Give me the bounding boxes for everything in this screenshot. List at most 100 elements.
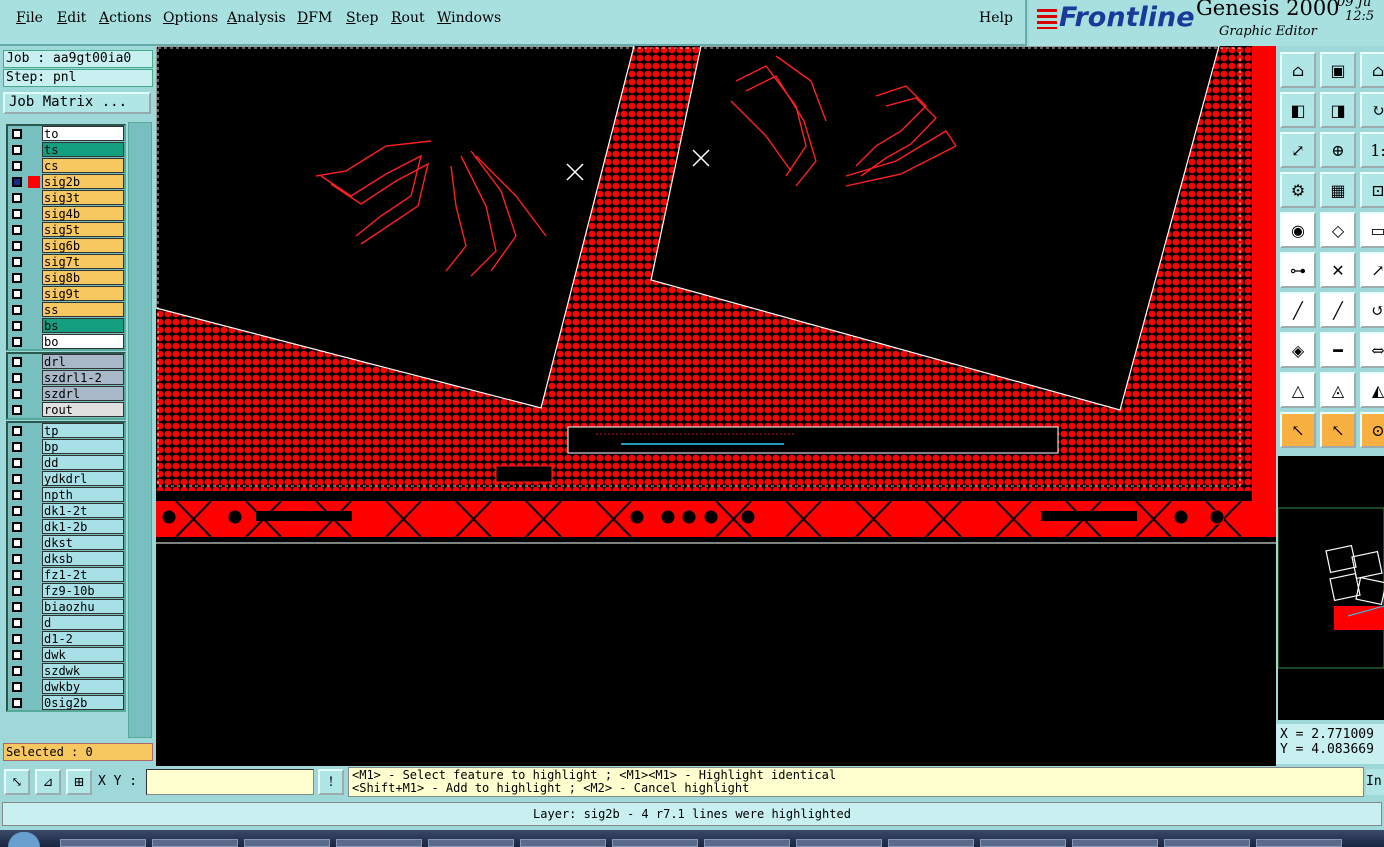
layer-checkbox[interactable] xyxy=(12,337,22,347)
layer-row-cs[interactable]: cs xyxy=(8,158,124,174)
layer-checkbox[interactable] xyxy=(12,586,22,596)
layer-checkbox[interactable] xyxy=(12,257,22,267)
layer-row-sig5t[interactable]: sig5t xyxy=(8,222,124,238)
layer-row-dd[interactable]: dd xyxy=(8,455,124,471)
delete-icon[interactable]: ✕ xyxy=(1320,252,1356,288)
layer-checkbox[interactable] xyxy=(12,321,22,331)
layer-name[interactable]: bo xyxy=(42,334,124,349)
layer-row-fz1-2t[interactable]: fz1-2t xyxy=(8,567,124,583)
layer-name[interactable]: sig2b xyxy=(42,174,124,189)
layer-checkbox[interactable] xyxy=(12,698,22,708)
pointer-icon[interactable]: ↖ xyxy=(1280,412,1316,448)
layer-name[interactable]: sig5t xyxy=(42,222,124,237)
connect-icon[interactable]: ⊶ xyxy=(1280,252,1316,288)
layer-row-dksb[interactable]: dksb xyxy=(8,551,124,567)
overview-map[interactable] xyxy=(1277,456,1384,720)
taskbar-item[interactable] xyxy=(1256,839,1342,847)
layer-name[interactable]: cs xyxy=(42,158,124,173)
info-button[interactable]: ! xyxy=(318,769,344,795)
layer-checkbox[interactable] xyxy=(12,129,22,139)
layer-name[interactable]: dk1-2b xyxy=(42,519,124,534)
measure-icon[interactable]: ⚙ xyxy=(1280,172,1316,208)
layer-row-sig7t[interactable]: sig7t xyxy=(8,254,124,270)
layer-name[interactable]: sig8b xyxy=(42,270,124,285)
layer-row-ts[interactable]: ts xyxy=(8,142,124,158)
layer-row-dwkby[interactable]: dwkby xyxy=(8,679,124,695)
layer-name[interactable]: ydkdrl xyxy=(42,471,124,486)
layer-row-sig8b[interactable]: sig8b xyxy=(8,270,124,286)
layer-checkbox[interactable] xyxy=(12,241,22,251)
taskbar-item[interactable] xyxy=(1164,839,1250,847)
layer-name[interactable]: d xyxy=(42,615,124,630)
menu-edit[interactable]: Edit xyxy=(57,10,86,26)
layer-row-sig3t[interactable]: sig3t xyxy=(8,190,124,206)
snap-icon[interactable]: ⊡ xyxy=(1360,172,1384,208)
line-icon[interactable]: ╱ xyxy=(1280,292,1316,328)
layer-checkbox[interactable] xyxy=(12,209,22,219)
menu-dfm[interactable]: DFM xyxy=(297,10,332,26)
layer-checkbox[interactable] xyxy=(12,474,22,484)
layer-checkbox[interactable] xyxy=(12,602,22,612)
split-icon[interactable]: ━ xyxy=(1320,332,1356,368)
layer-row-tp[interactable]: tp xyxy=(8,423,124,439)
layer-row-biaozhu[interactable]: biaozhu xyxy=(8,599,124,615)
layer-name[interactable]: sig7t xyxy=(42,254,124,269)
layer-row-0sig2b[interactable]: 0sig2b xyxy=(8,695,124,711)
start-button[interactable] xyxy=(8,832,40,847)
pcb-view[interactable] xyxy=(155,45,1276,766)
layer-row-fz9-10b[interactable]: fz9-10b xyxy=(8,583,124,599)
layer-name[interactable]: d1-2 xyxy=(42,631,124,646)
arc2-icon[interactable]: ◭ xyxy=(1360,372,1384,408)
pad-icon[interactable]: ◈ xyxy=(1280,332,1316,368)
layer-checkbox[interactable] xyxy=(12,666,22,676)
top-view-icon[interactable]: ⌂ xyxy=(1280,52,1316,88)
layer-name[interactable]: fz9-10b xyxy=(42,583,124,598)
taskbar-item[interactable] xyxy=(612,839,698,847)
layer-name[interactable]: ts xyxy=(42,142,124,157)
layer-checkbox[interactable] xyxy=(12,357,22,367)
job-matrix-button[interactable]: Job Matrix ... xyxy=(3,92,151,114)
layer-name[interactable]: tp xyxy=(42,423,124,438)
arc-icon[interactable]: ◬ xyxy=(1320,372,1356,408)
menu-options[interactable]: Options xyxy=(163,10,218,26)
zoom-window-icon[interactable]: ⤡ xyxy=(4,769,30,795)
layer-row-szdrl[interactable]: szdrl xyxy=(8,386,124,402)
layer-checkbox[interactable] xyxy=(12,426,22,436)
layer-checkbox[interactable] xyxy=(12,225,22,235)
layer-row-szdrl1-2[interactable]: szdrl1-2 xyxy=(8,370,124,386)
rotate-icon[interactable]: ↺ xyxy=(1360,292,1384,328)
layer-name[interactable]: ss xyxy=(42,302,124,317)
layer-row-drl[interactable]: drl xyxy=(8,354,124,370)
layer-row-bo[interactable]: bo xyxy=(8,334,124,350)
layer-row-d1-2[interactable]: d1-2 xyxy=(8,631,124,647)
menu-file[interactable]: File xyxy=(16,10,43,26)
move-icon[interactable]: ↗ xyxy=(1360,252,1384,288)
layer-row-dwk[interactable]: dwk xyxy=(8,647,124,663)
measure-line-icon[interactable]: ⊿ xyxy=(35,769,61,795)
stretch-icon[interactable]: ⇔ xyxy=(1360,332,1384,368)
layer-name[interactable]: bs xyxy=(42,318,124,333)
layer-row-npth[interactable]: npth xyxy=(8,487,124,503)
zoom-fit-icon[interactable]: ⤢ xyxy=(1280,132,1316,168)
layer-name[interactable]: npth xyxy=(42,487,124,502)
edit-line-icon[interactable]: ╱ xyxy=(1320,292,1356,328)
layer-row-sig9t[interactable]: sig9t xyxy=(8,286,124,302)
layer-checkbox[interactable] xyxy=(12,618,22,628)
layer-name[interactable]: szdrl1-2 xyxy=(42,370,124,385)
layer-checkbox[interactable] xyxy=(12,442,22,452)
taskbar-item[interactable] xyxy=(428,839,514,847)
taskbar-item[interactable] xyxy=(980,839,1066,847)
taskbar-item[interactable] xyxy=(1072,839,1158,847)
pan-left-icon[interactable]: ◧ xyxy=(1280,92,1316,128)
layer-row-sig2b[interactable]: sig2b xyxy=(8,174,124,190)
layer-checkbox[interactable] xyxy=(12,145,22,155)
layer-checkbox[interactable] xyxy=(12,305,22,315)
layer-name[interactable]: dwk xyxy=(42,647,124,662)
triangle-icon[interactable]: △ xyxy=(1280,372,1316,408)
layer-name[interactable]: rout xyxy=(42,402,124,417)
grid-snap-icon[interactable]: ⊞ xyxy=(66,769,92,795)
layer-checkbox[interactable] xyxy=(12,161,22,171)
layer-row-dk1-2t[interactable]: dk1-2t xyxy=(8,503,124,519)
layer-name[interactable]: dk1-2t xyxy=(42,503,124,518)
layer-name[interactable]: sig9t xyxy=(42,286,124,301)
